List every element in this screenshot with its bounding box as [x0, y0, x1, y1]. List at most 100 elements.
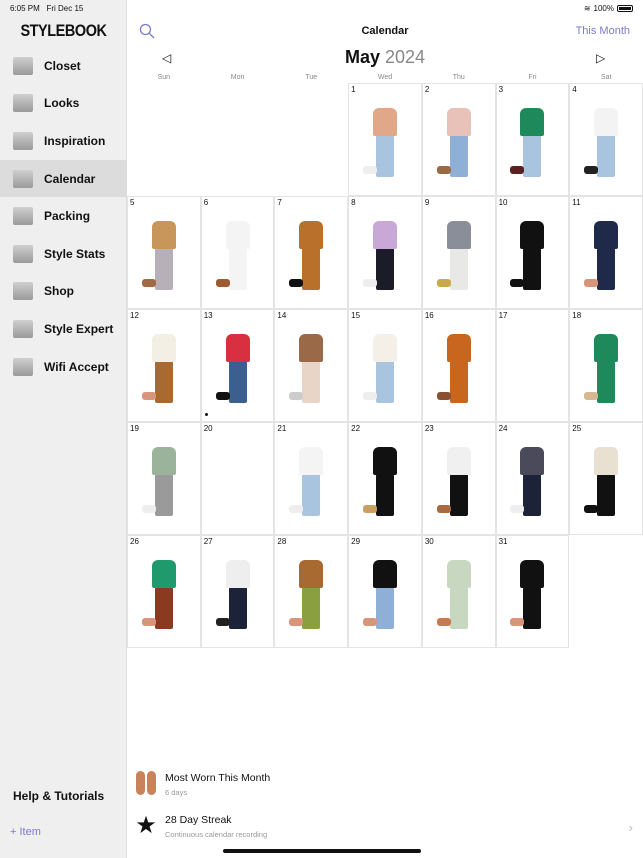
- wifi-icon: ≋: [583, 4, 591, 13]
- calendar-day[interactable]: 12: [127, 309, 201, 422]
- most-worn-title: Most Worn This Month: [165, 772, 271, 784]
- day-number: 26: [130, 537, 139, 546]
- outfit-thumbnail[interactable]: [215, 560, 258, 636]
- outfit-thumbnail[interactable]: [436, 221, 479, 297]
- outfit-thumbnail[interactable]: [141, 221, 184, 297]
- add-item-button[interactable]: + Item: [10, 826, 41, 838]
- calendar-day[interactable]: 30: [421, 535, 496, 648]
- calendar-day[interactable]: 14: [274, 309, 349, 422]
- sidebar-item-label: Shop: [44, 284, 74, 299]
- outfit-thumbnail[interactable]: [510, 560, 552, 636]
- outfit-thumbnail[interactable]: [584, 221, 626, 297]
- sidebar-item-style-expert[interactable]: Style Expert: [0, 310, 127, 348]
- outfit-thumbnail[interactable]: [436, 334, 479, 410]
- outfit-thumbnail[interactable]: [215, 334, 258, 410]
- calendar-day[interactable]: 4: [569, 83, 643, 196]
- calendar-day[interactable]: 9: [421, 196, 496, 309]
- calendar-day[interactable]: 22: [348, 422, 422, 535]
- calendar-day[interactable]: 31: [495, 535, 570, 648]
- outfit-thumbnail[interactable]: [510, 108, 552, 184]
- outfit-thumbnail[interactable]: [436, 560, 479, 636]
- calendar-day[interactable]: 1: [348, 83, 422, 196]
- sidebar-item-inspiration[interactable]: Inspiration: [0, 122, 127, 160]
- calendar-day[interactable]: 29: [348, 535, 422, 648]
- outfit-thumbnail[interactable]: [141, 447, 184, 523]
- sidebar: STYLEBOOK Closet Looks Inspiration Calendar…: [0, 0, 127, 858]
- outfit-thumbnail[interactable]: [436, 447, 479, 523]
- sidebar-item-label: Looks: [44, 96, 80, 111]
- calendar-day[interactable]: 5: [127, 196, 201, 309]
- calendar-day[interactable]: 28: [274, 535, 349, 648]
- outfit-thumbnail[interactable]: [362, 447, 405, 523]
- outfit-thumbnail[interactable]: [141, 334, 184, 410]
- calendar-day[interactable]: 6: [200, 196, 275, 309]
- outfit-thumbnail[interactable]: [584, 447, 626, 523]
- battery-icon: [617, 5, 633, 12]
- outfit-thumbnail[interactable]: [289, 334, 331, 410]
- outfit-thumbnail[interactable]: [510, 447, 552, 523]
- calendar-day[interactable]: 7: [274, 196, 349, 309]
- next-month-button[interactable]: ▷: [596, 51, 605, 65]
- sidebar-item-wifi-accept[interactable]: Wifi Accept: [0, 348, 127, 386]
- outfit-thumbnail[interactable]: [584, 108, 626, 184]
- calendar-day[interactable]: 3: [495, 83, 570, 196]
- status-bar: 6:05 PM Fri Dec 15 ≋ 100%: [0, 0, 643, 16]
- outfit-thumbnail[interactable]: [141, 560, 184, 636]
- sidebar-item-calendar[interactable]: Calendar: [0, 159, 127, 198]
- help-tutorials-link[interactable]: Help & Tutorials: [13, 789, 104, 803]
- calendar-day[interactable]: 26: [127, 535, 201, 648]
- outfit-thumbnail[interactable]: [436, 108, 479, 184]
- sidebar-nav: Closet Looks Inspiration Calendar Packing Sty…: [0, 47, 127, 385]
- this-month-button[interactable]: This Month: [576, 25, 630, 37]
- calendar-day[interactable]: 8: [348, 196, 422, 309]
- outfit-thumbnail[interactable]: [289, 560, 331, 636]
- sidebar-item-style-stats[interactable]: Style Stats: [0, 235, 127, 273]
- weekday-wed: Wed: [377, 74, 393, 81]
- outfit-thumbnail[interactable]: [289, 447, 331, 523]
- day-number: 25: [572, 424, 582, 433]
- outfit-thumbnail[interactable]: [215, 221, 258, 297]
- star-icon: ★: [135, 811, 157, 839]
- calendar-day[interactable]: 10: [495, 196, 570, 309]
- sidebar-item-shop[interactable]: Shop: [0, 273, 127, 311]
- outfit-thumbnail[interactable]: [362, 108, 405, 184]
- sidebar-item-label: Wifi Accept: [44, 359, 109, 374]
- event-dot: [204, 413, 208, 416]
- outfit-thumbnail[interactable]: [362, 334, 405, 410]
- most-worn-row[interactable]: Most Worn This Month 6 days: [127, 764, 643, 806]
- outfit-thumbnail[interactable]: [584, 334, 626, 410]
- calendar-day[interactable]: 17: [495, 309, 570, 422]
- day-number: 21: [277, 424, 287, 433]
- day-number: 24: [498, 424, 508, 433]
- sidebar-item-looks[interactable]: Looks: [0, 85, 127, 123]
- calendar-day[interactable]: 13: [200, 309, 275, 422]
- calendar-day[interactable]: 2: [421, 83, 496, 196]
- day-number: 29: [351, 537, 361, 546]
- weekday-header: Sun Mon Tue Wed Thu Fri Sat: [127, 74, 643, 81]
- calendar-day[interactable]: 18: [569, 309, 643, 422]
- calendar-day[interactable]: 20: [200, 422, 275, 535]
- sidebar-item-packing[interactable]: Packing: [0, 197, 127, 235]
- calendar-day[interactable]: 23: [421, 422, 496, 535]
- calendar-day[interactable]: 24: [495, 422, 570, 535]
- day-number: 5: [130, 198, 135, 207]
- outfit-thumbnail[interactable]: [362, 560, 405, 636]
- day-number: 11: [572, 198, 581, 207]
- calendar-day[interactable]: 27: [200, 535, 275, 648]
- day-number: 8: [351, 198, 356, 207]
- looks-icon: [10, 91, 36, 115]
- streak-row[interactable]: ★ 28 Day Streak Continuous calendar reco…: [127, 806, 643, 848]
- day-number: 15: [351, 311, 361, 320]
- outfit-thumbnail[interactable]: [362, 221, 405, 297]
- calendar-day[interactable]: 19: [127, 422, 201, 535]
- chevron-right-icon[interactable]: ›: [629, 820, 633, 835]
- calendar-day[interactable]: 15: [348, 309, 422, 422]
- day-number: 6: [203, 198, 209, 207]
- outfit-thumbnail[interactable]: [510, 221, 552, 297]
- calendar-day[interactable]: 11: [569, 196, 643, 309]
- calendar-day[interactable]: 16: [421, 309, 496, 422]
- calendar-day[interactable]: 21: [274, 422, 349, 535]
- sidebar-item-closet[interactable]: Closet: [0, 47, 127, 85]
- outfit-thumbnail[interactable]: [289, 221, 331, 297]
- calendar-day[interactable]: 25: [569, 422, 643, 535]
